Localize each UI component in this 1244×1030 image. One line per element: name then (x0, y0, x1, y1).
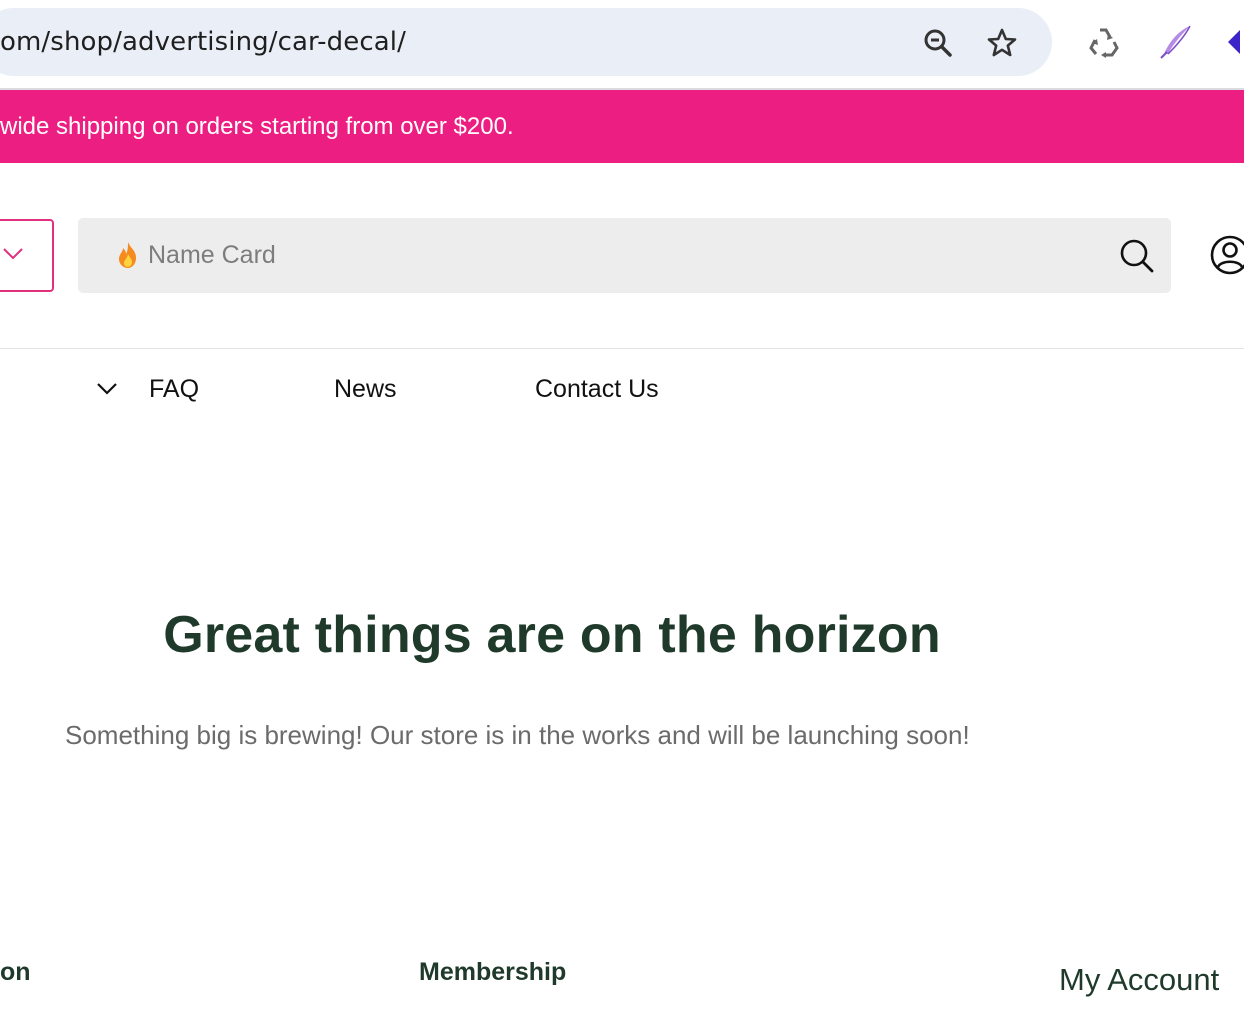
page-subtext: Something big is brewing! Our store is i… (65, 720, 970, 750)
address-bar[interactable]: om/shop/advertising/car-decal/ (0, 8, 1052, 76)
chevron-down-icon (3, 248, 23, 260)
quill-extension-icon[interactable] (1158, 24, 1194, 60)
nav-item-faq[interactable]: FAQ (149, 371, 199, 407)
footer-column-title: on (0, 958, 31, 986)
extension-icon[interactable] (1226, 24, 1244, 60)
search-input[interactable] (148, 218, 1098, 293)
category-dropdown[interactable] (0, 219, 54, 292)
announcement-text: wide shipping on orders starting from ov… (0, 113, 514, 140)
search-icon[interactable] (1118, 237, 1156, 275)
nav-item-news[interactable]: News (334, 371, 397, 407)
nav-item-contact-us[interactable]: Contact Us (535, 371, 659, 407)
bookmark-star-icon[interactable] (986, 27, 1018, 59)
browser-toolbar: om/shop/advertising/car-decal/ (0, 0, 1244, 88)
search-bar (78, 218, 1171, 293)
footer-membership-title: Membership (419, 958, 567, 986)
announcement-bar: wide shipping on orders starting from ov… (0, 90, 1244, 163)
recycle-extension-icon[interactable] (1086, 24, 1122, 60)
fire-icon (119, 242, 136, 268)
chevron-down-icon[interactable] (95, 380, 119, 398)
zoom-out-icon[interactable] (922, 27, 954, 59)
header-divider (0, 348, 1244, 349)
footer-my-account-title: My Account (1059, 962, 1220, 997)
page-headline: Great things are on the horizon (163, 606, 941, 664)
user-account-icon[interactable] (1209, 234, 1244, 276)
address-url[interactable]: om/shop/advertising/car-decal/ (0, 8, 406, 76)
